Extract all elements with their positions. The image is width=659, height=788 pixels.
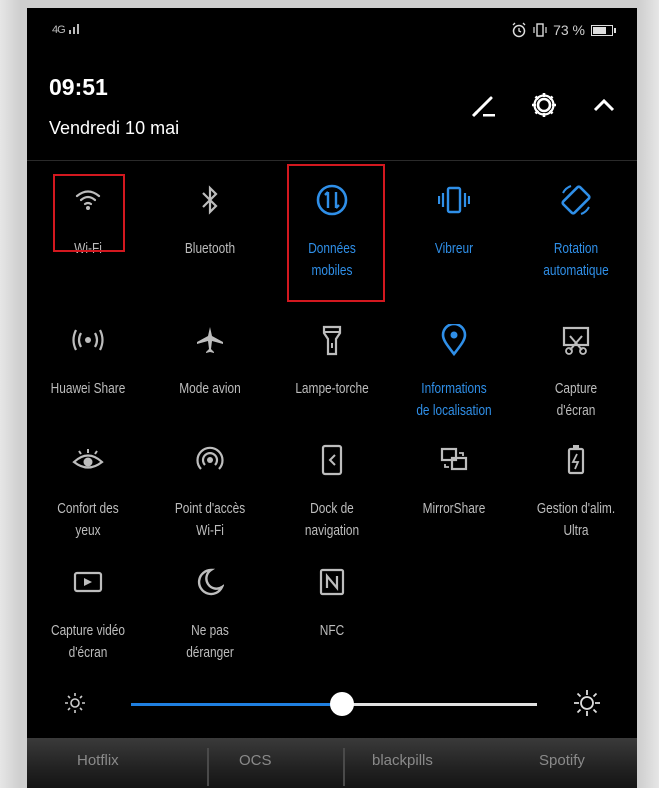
battery-percent: 73 % bbox=[553, 22, 585, 38]
toggle-eye-comfort[interactable]: Confort des yeux bbox=[27, 438, 149, 542]
clock-time: 09:51 bbox=[49, 74, 108, 100]
home-dock: Hotflix OCS blackpills Spotify bbox=[27, 738, 637, 788]
nfc-icon bbox=[271, 560, 393, 604]
toggle-label: Ne pas bbox=[191, 623, 229, 639]
toggle-label: Lampe-torche bbox=[295, 381, 369, 397]
toggle-label: déranger bbox=[186, 645, 234, 661]
header-divider bbox=[27, 160, 637, 161]
clock-date: Vendredi 10 mai bbox=[49, 118, 180, 138]
toggle-label: Informations bbox=[421, 381, 487, 397]
auto-rotate-icon bbox=[515, 178, 637, 222]
toggle-navigation-dock[interactable]: Dock de navigation bbox=[271, 438, 393, 542]
toggle-power-saving[interactable]: Gestion d'alim. Ultra bbox=[515, 438, 637, 542]
highlight-mobile-data bbox=[287, 164, 385, 302]
dock-app-label[interactable]: OCS bbox=[239, 752, 272, 769]
toggle-label: Capture bbox=[554, 381, 598, 397]
toggle-label: yeux bbox=[75, 523, 101, 539]
do-not-disturb-icon bbox=[149, 560, 271, 604]
alarm-icon bbox=[512, 22, 526, 38]
toggle-hotspot[interactable]: Point d'accès Wi-Fi bbox=[149, 438, 271, 542]
toggle-bluetooth[interactable]: Bluetooth bbox=[149, 178, 271, 260]
toggle-label: Gestion d'alim. bbox=[536, 501, 616, 517]
status-bar: 4G 73 % bbox=[27, 8, 637, 54]
toggle-label: Mode avion bbox=[179, 381, 241, 397]
signal-icon: 4G bbox=[52, 22, 85, 36]
toggle-label: d'écran bbox=[556, 403, 596, 419]
power-saving-icon bbox=[515, 438, 637, 482]
toggle-airplane[interactable]: Mode avion bbox=[149, 318, 271, 400]
vibrate-icon bbox=[393, 178, 515, 222]
toggle-label: Confort des bbox=[57, 501, 119, 517]
screenshot-icon bbox=[515, 318, 637, 362]
screen-record-icon bbox=[27, 560, 149, 604]
dock-app-label[interactable]: blackpills bbox=[372, 752, 433, 769]
huawei-share-icon bbox=[27, 318, 149, 362]
toggle-label: Rotation bbox=[553, 241, 599, 257]
header-actions bbox=[469, 90, 619, 120]
bluetooth-icon bbox=[149, 178, 271, 222]
highlight-wifi bbox=[53, 174, 125, 252]
toggle-label: automatique bbox=[543, 263, 609, 279]
navigation-dock-icon bbox=[271, 438, 393, 482]
dock-app-label[interactable]: Spotify bbox=[539, 752, 585, 769]
toggle-label: NFC bbox=[319, 623, 345, 639]
flashlight-icon bbox=[271, 318, 393, 362]
location-icon bbox=[393, 318, 515, 362]
hotspot-icon bbox=[149, 438, 271, 482]
dock-app-label[interactable]: Hotflix bbox=[77, 752, 119, 769]
brightness-thumb[interactable] bbox=[330, 692, 355, 716]
edit-icon[interactable] bbox=[469, 90, 499, 120]
toggle-nfc[interactable]: NFC bbox=[271, 560, 393, 642]
toggle-auto-rotate[interactable]: Rotation automatique bbox=[515, 178, 637, 282]
toggle-label: Wi-Fi bbox=[196, 523, 224, 539]
toggle-label: Dock de bbox=[310, 501, 354, 517]
gear-icon[interactable] bbox=[529, 90, 559, 120]
toggle-label: Huawei Share bbox=[50, 381, 126, 397]
toggle-label: Bluetooth bbox=[184, 241, 236, 257]
toggle-vibrate[interactable]: Vibreur bbox=[393, 178, 515, 260]
toggle-label: Point d'accès bbox=[174, 501, 246, 517]
toggle-label: Vibreur bbox=[434, 241, 474, 257]
brightness-high-icon bbox=[574, 690, 600, 716]
toggle-flashlight[interactable]: Lampe-torche bbox=[271, 318, 393, 400]
toggle-mirrorshare[interactable]: MirrorShare bbox=[393, 438, 515, 520]
toggle-label: MirrorShare bbox=[422, 501, 486, 517]
dock-divider bbox=[207, 748, 209, 786]
network-type: 4G bbox=[52, 24, 66, 36]
toggle-screen-record[interactable]: Capture vidéo d'écran bbox=[27, 560, 149, 664]
toggle-label: de localisation bbox=[416, 403, 492, 419]
brightness-slider[interactable] bbox=[27, 684, 637, 724]
mirrorshare-icon bbox=[393, 438, 515, 482]
toggle-do-not-disturb[interactable]: Ne pas déranger bbox=[149, 560, 271, 664]
vibrate-status-icon bbox=[533, 23, 547, 37]
toggle-label: d'écran bbox=[68, 645, 108, 661]
toggle-location[interactable]: Informations de localisation bbox=[393, 318, 515, 422]
phone-screen: 4G 73 % 09:51 Vendredi 10 mai Wi-Fi Bluet… bbox=[27, 8, 637, 788]
toggle-screenshot[interactable]: Capture d'écran bbox=[515, 318, 637, 422]
battery-icon bbox=[591, 24, 616, 36]
airplane-icon bbox=[149, 318, 271, 362]
dock-divider bbox=[343, 748, 345, 786]
status-right: 73 % bbox=[511, 22, 616, 38]
toggle-label: Ultra bbox=[563, 523, 589, 539]
toggle-label: Capture vidéo bbox=[50, 623, 126, 639]
toggle-huawei-share[interactable]: Huawei Share bbox=[27, 318, 149, 400]
eye-comfort-icon bbox=[27, 438, 149, 482]
toggle-label: navigation bbox=[304, 523, 360, 539]
brightness-low-icon bbox=[65, 693, 85, 713]
chevron-up-icon[interactable] bbox=[589, 90, 619, 120]
